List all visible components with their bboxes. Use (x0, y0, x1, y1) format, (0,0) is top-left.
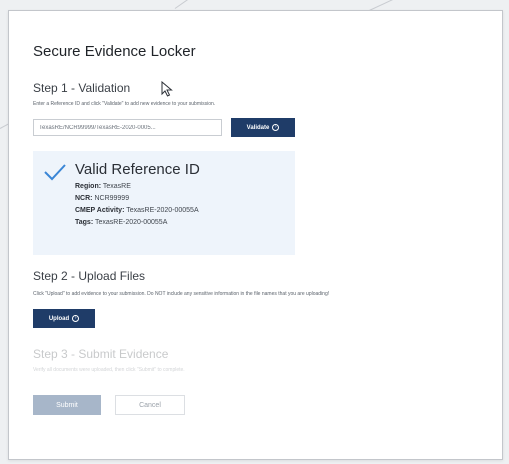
submit-button[interactable]: Submit (33, 395, 101, 415)
detail-cmep-activity: CMEP Activity: TexasRE-2020-00055A (75, 207, 199, 214)
circle-arrow-icon: › (272, 124, 280, 131)
circle-arrow-icon: › (72, 315, 80, 322)
detail-ncr-value: NCR99999 (94, 195, 130, 202)
detail-tags: Tags: TexasRE-2020-00055A (75, 219, 167, 226)
reference-id-input[interactable] (33, 119, 222, 136)
cancel-button[interactable]: Cancel (115, 395, 185, 415)
checkmark-icon (44, 164, 66, 181)
step3-hint: Verify all documents were uploaded, then… (33, 367, 185, 373)
background-line (174, 0, 209, 9)
validation-result-panel: Valid Reference ID Region: TexasRE NCR: … (33, 151, 295, 255)
step3-title: Step 3 - Submit Evidence (33, 347, 169, 361)
detail-cmep-value: TexasRE-2020-00055A (126, 207, 199, 214)
detail-cmep-label: CMEP Activity: (75, 207, 125, 214)
validate-button-label: Validate (246, 124, 270, 131)
step2-hint: Click "Upload" to add evidence to your s… (33, 291, 330, 297)
upload-button-label: Upload (48, 315, 70, 322)
detail-region: Region: TexasRE (75, 183, 131, 190)
detail-region-value: TexasRE (102, 183, 131, 190)
evidence-locker-window: Secure Evidence Locker Step 1 - Validati… (8, 10, 503, 460)
valid-reference-title: Valid Reference ID (75, 161, 200, 178)
detail-ncr-label: NCR: (75, 195, 93, 202)
page-title: Secure Evidence Locker (33, 43, 196, 60)
detail-tags-label: Tags: (75, 219, 94, 226)
mouse-pointer-icon (161, 81, 173, 97)
validate-button[interactable]: Validate › (231, 118, 295, 137)
upload-button[interactable]: Upload › (33, 309, 95, 328)
detail-region-label: Region: (75, 183, 102, 190)
step1-hint: Enter a Reference ID and click "Validate… (33, 101, 216, 107)
detail-tags-value: TexasRE-2020-00055A (94, 219, 168, 226)
detail-ncr: NCR: NCR99999 (75, 195, 129, 202)
step2-title: Step 2 - Upload Files (33, 269, 146, 283)
step1-title: Step 1 - Validation (33, 81, 131, 95)
